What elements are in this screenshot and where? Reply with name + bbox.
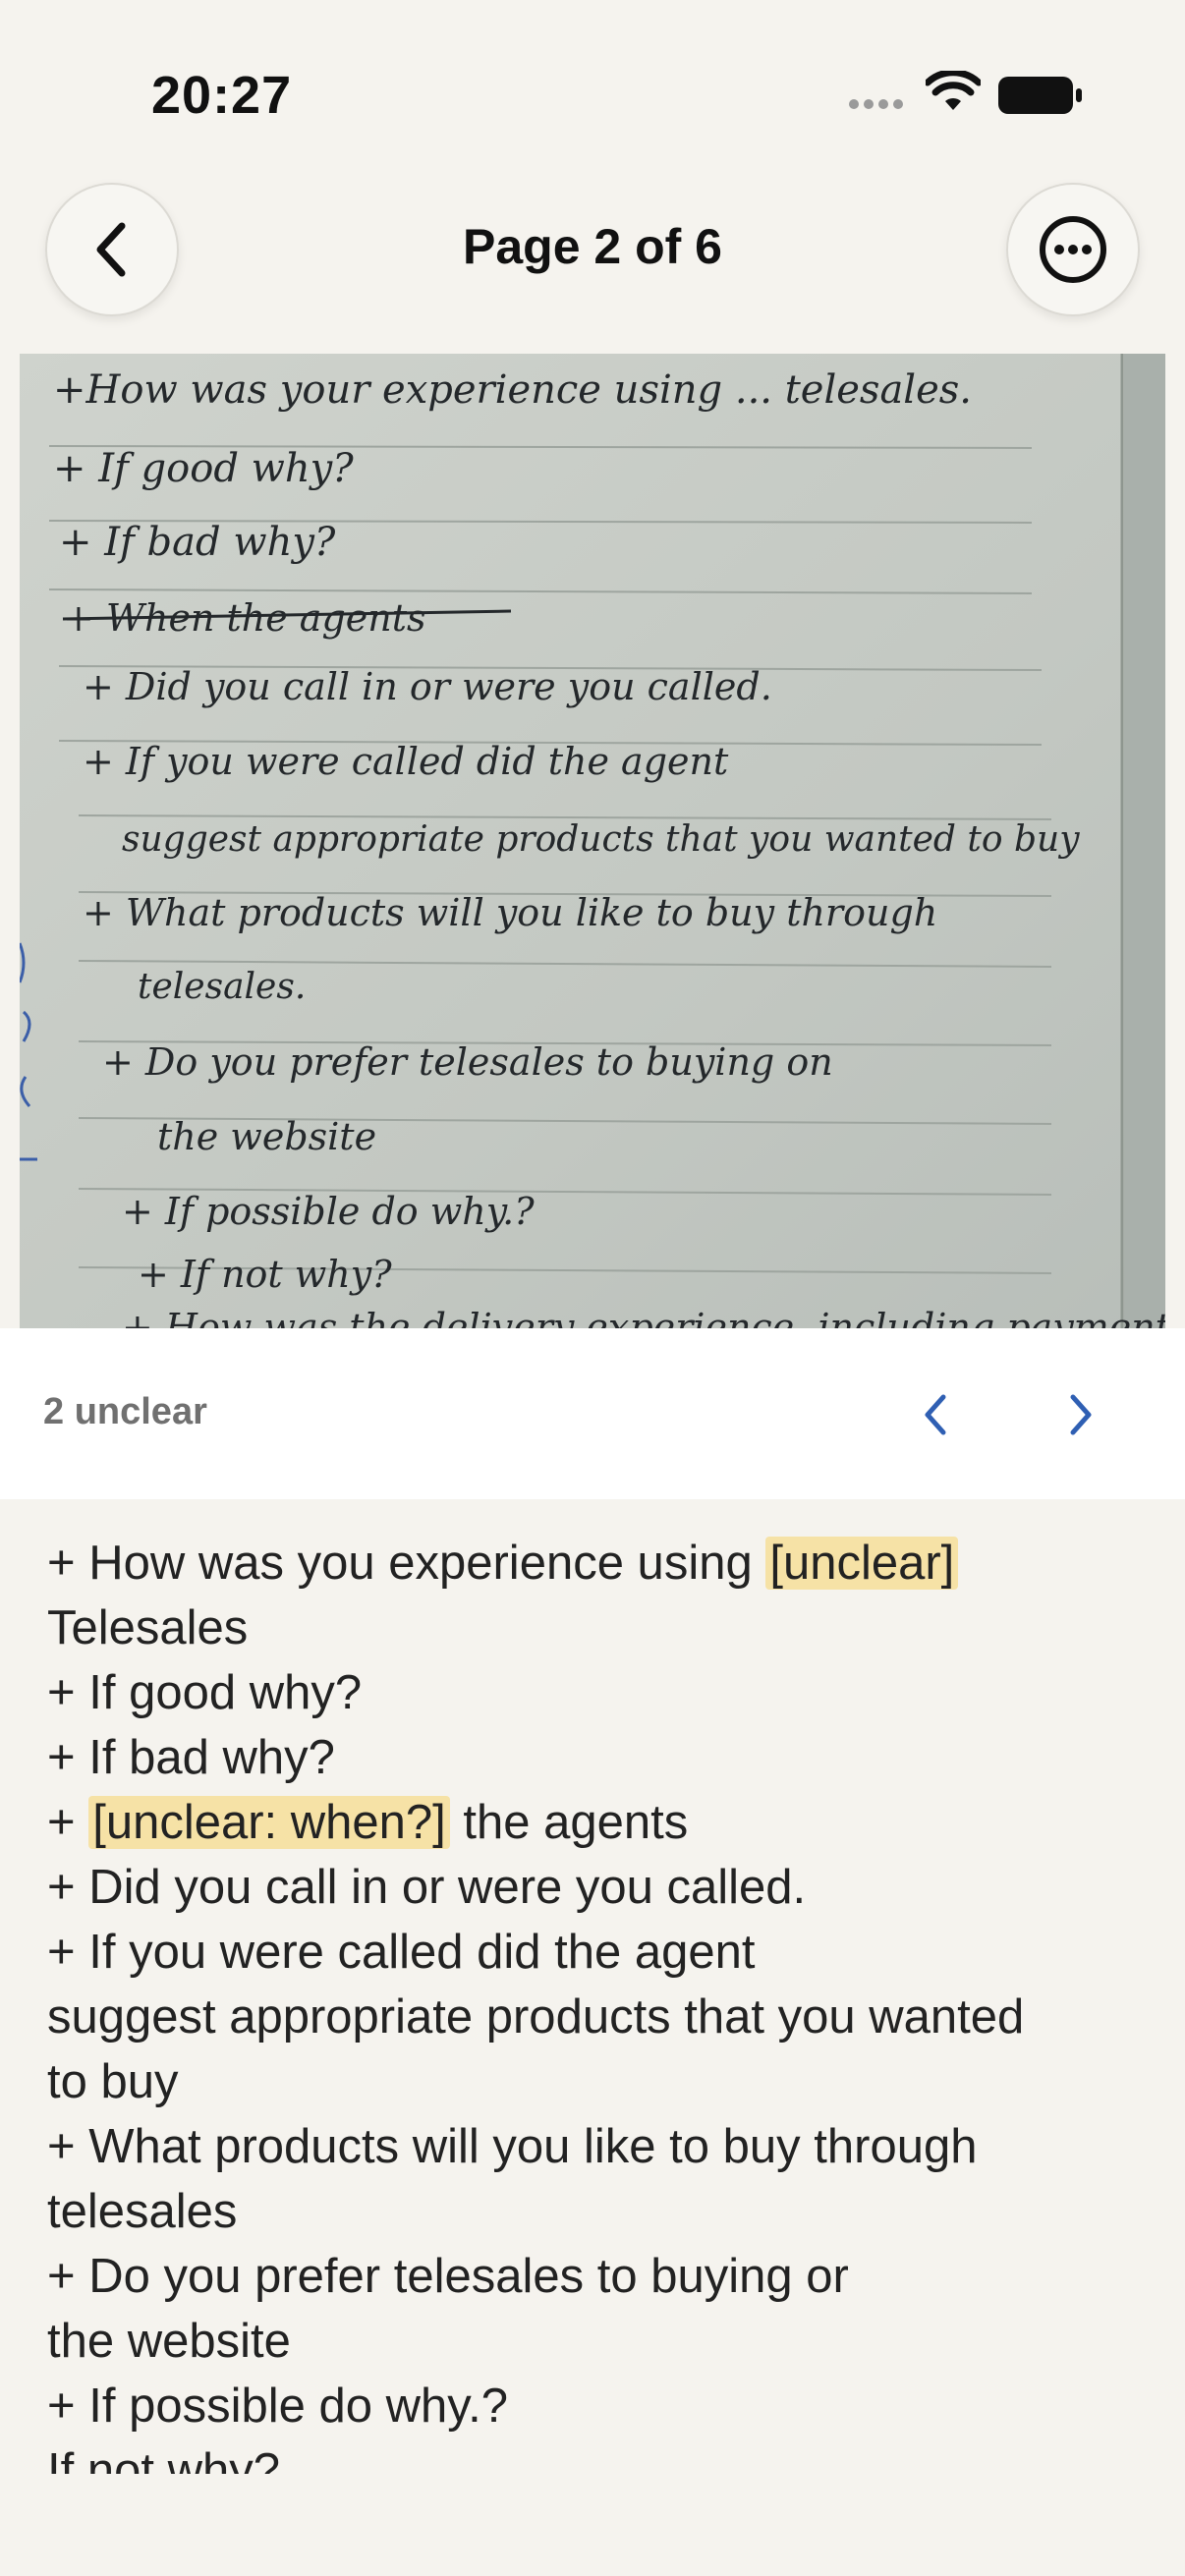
transcript-text-segment: telesales <box>47 2185 238 2238</box>
handwriting-line: the website <box>157 1115 376 1158</box>
handwriting-line: + If you were called did the agent <box>83 740 729 783</box>
transcript-line: If not why? <box>47 2438 1148 2474</box>
transcript-line: Telesales <box>47 1596 1148 1660</box>
handwriting-line: + If not why? <box>138 1253 392 1296</box>
transcript-text-segment: + Did you call in or were you called. <box>47 1861 807 1914</box>
transcript-text-segment: + How was you experience using <box>47 1537 766 1590</box>
handwriting-line: telesales. <box>138 967 306 1007</box>
transcript-line: to buy <box>47 2049 1148 2114</box>
chevron-left-icon <box>925 1394 946 1435</box>
transcript-line: + [unclear: when?] the agents <box>47 1790 1148 1855</box>
transcript-text-segment: + If possible do why.? <box>47 2380 508 2433</box>
handwriting-line: suggest appropriate products that you wa… <box>122 819 1080 860</box>
transcript-text-segment: the website <box>47 2315 291 2368</box>
transcript-line: + If bad why? <box>47 1725 1148 1790</box>
transcript-text-segment: to buy <box>47 2055 179 2108</box>
handwriting-line: + If good why? <box>53 446 354 491</box>
status-time: 20:27 <box>151 66 293 125</box>
transcript-text-segment: Telesales <box>47 1601 249 1654</box>
transcript-line: + What products will you like to buy thr… <box>47 2114 1148 2179</box>
wifi-icon <box>926 71 981 110</box>
handwriting-line: +How was your experience using ... teles… <box>53 367 972 413</box>
transcript-line: + If possible do why.? <box>47 2374 1148 2438</box>
handwriting-line: + Did you call in or were you called. <box>83 665 772 708</box>
handwriting-line: + If bad why? <box>59 520 336 565</box>
transcript-text-segment: If not why? <box>47 2444 280 2474</box>
transcript-text-segment: + If good why? <box>47 1666 363 1719</box>
transcript-line: suggest appropriate products that you wa… <box>47 1985 1148 2049</box>
transcript-text-segment: suggest appropriate products that you wa… <box>47 1990 1025 2044</box>
unclear-navigation-bar: 2 unclear <box>0 1328 1185 1499</box>
transcript-text[interactable]: + How was you experience using [unclear]… <box>47 1531 1148 2474</box>
previous-unclear-button[interactable] <box>896 1375 975 1454</box>
handwriting-line: + If possible do why.? <box>122 1190 535 1233</box>
handwriting-line: + What products will you like to buy thr… <box>83 891 937 934</box>
unclear-highlight[interactable]: [unclear] <box>765 1537 959 1590</box>
transcript-line: + If good why? <box>47 1660 1148 1725</box>
transcript-text-segment: + What products will you like to buy thr… <box>47 2120 978 2173</box>
cellular-signal-icon <box>849 96 908 112</box>
handwriting-line: + Do you prefer telesales to buying on <box>102 1040 833 1084</box>
page-image[interactable]: +How was your experience using ... teles… <box>20 354 1165 1328</box>
handwriting-line: + How was the delivery experience. inclu… <box>122 1306 1165 1328</box>
unclear-count: 2 unclear <box>43 1391 207 1432</box>
transcript-text-segment: + <box>47 1796 89 1849</box>
transcript-line: + How was you experience using [unclear] <box>47 1531 1148 1596</box>
next-unclear-button[interactable] <box>1042 1375 1120 1454</box>
transcript-text-segment: + Do you prefer telesales to buying or <box>47 2250 849 2303</box>
transcript-line: + Did you call in or were you called. <box>47 1855 1148 1920</box>
unclear-highlight[interactable]: [unclear: when?] <box>88 1796 450 1849</box>
more-options-button[interactable] <box>1006 183 1140 316</box>
transcript-line: telesales <box>47 2179 1148 2244</box>
transcript-line: the website <box>47 2309 1148 2374</box>
transcript-line: + Do you prefer telesales to buying or <box>47 2244 1148 2309</box>
status-bar: 20:27 <box>0 0 1185 177</box>
transcript-text-segment: + If bad why? <box>47 1731 335 1784</box>
chevron-right-icon <box>1070 1394 1092 1435</box>
ellipsis-circle-icon <box>1040 216 1106 283</box>
transcript-text-segment: the agents <box>449 1796 689 1849</box>
transcript-line: + If you were called did the agent <box>47 1920 1148 1985</box>
battery-icon <box>998 77 1082 114</box>
transcript-text-segment: + If you were called did the agent <box>47 1926 756 1979</box>
